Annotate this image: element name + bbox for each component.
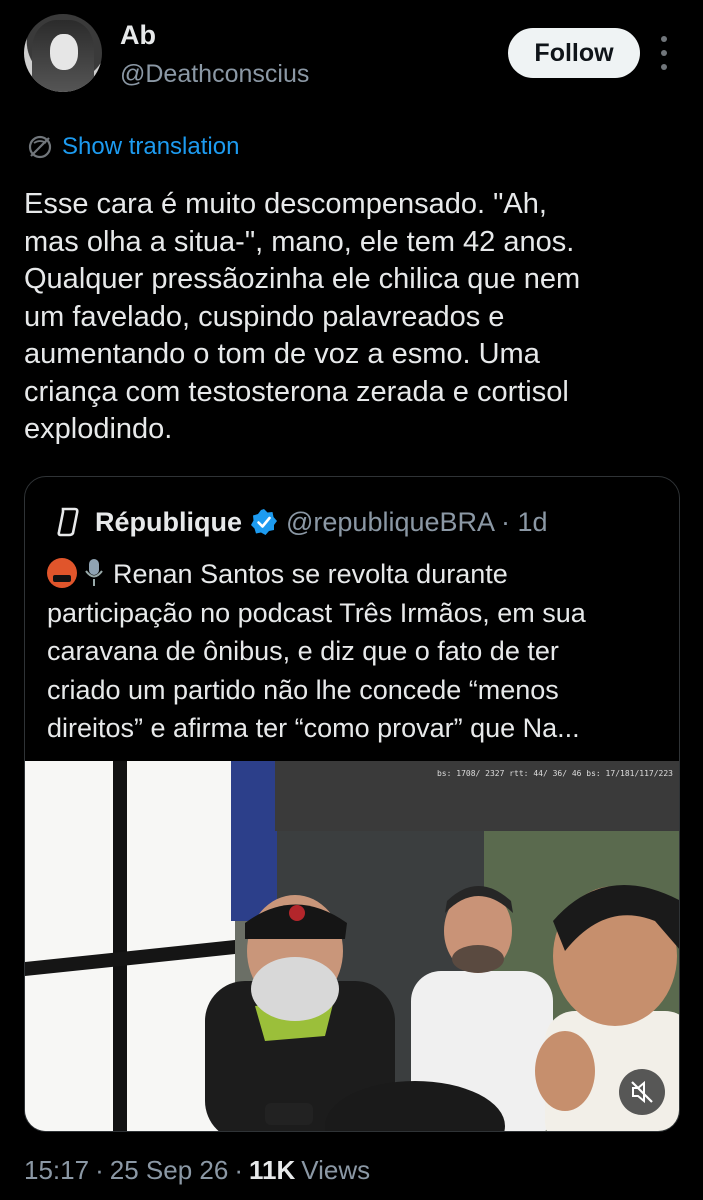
microphone-icon <box>85 559 103 586</box>
tweet-line: Qualquer pressãozinha ele chilica que ne… <box>24 263 581 295</box>
tweet-line: um favelado, cuspindo palavreados e <box>24 300 505 333</box>
quoted-line: participação no podcast Três Irmãos, em … <box>47 597 586 628</box>
quoted-tweet-age: · 1d <box>501 506 548 537</box>
tweet-text: Esse cara é muito descompensado. "Ah, ma… <box>24 186 684 449</box>
tweet-line: Esse cara é muito descompensado. "Ah, <box>24 188 547 220</box>
show-translation-label: Show translation <box>62 133 240 160</box>
quoted-line: caravana de ônibus, e diz que o fato de … <box>47 636 559 666</box>
tweet-meta: 15:17 · 25 Sep 26 · 11K Views <box>24 1152 370 1188</box>
quoted-tweet-card[interactable]: République @republiqueBRA · 1d Renan San… <box>24 476 680 1132</box>
tweet-line: aumentando o tom de voz a esmo. Uma <box>24 338 540 370</box>
stream-overlay-text: bs: 1708/ 2327 rtt: 44/ 36/ 46 bs: 17/18… <box>436 769 673 778</box>
verified-badge-icon <box>251 509 277 535</box>
quoted-line: direitos” e afirma ter “como provar” que… <box>47 713 580 743</box>
tweet-date[interactable]: 25 Sep 26 <box>110 1155 229 1186</box>
cursing-face-icon <box>47 558 77 588</box>
quoted-author-name[interactable]: République <box>95 507 242 538</box>
author-handle[interactable]: @Deathconscius <box>120 60 309 89</box>
author-avatar[interactable] <box>24 14 102 92</box>
quoted-author-handle[interactable]: @republiqueBRA <box>286 507 495 538</box>
more-options-icon[interactable] <box>654 36 674 70</box>
quoted-tweet-header: République @republiqueBRA · 1d <box>55 505 548 539</box>
quoted-line: criado um partido não lhe concede “menos <box>47 674 559 705</box>
tweet-line: explodindo. <box>24 413 173 445</box>
views-label: Views <box>301 1154 371 1185</box>
show-translation-link[interactable]: Show translation <box>26 132 239 162</box>
window-frame <box>113 761 127 1131</box>
follow-button[interactable]: Follow <box>508 28 640 78</box>
avatar-face <box>50 34 78 70</box>
quoted-video[interactable]: bs: 1708/ 2327 rtt: 44/ 36/ 46 bs: 17/18… <box>25 761 679 1131</box>
mute-icon[interactable] <box>619 1069 665 1115</box>
meta-separator: · <box>234 1154 243 1185</box>
tweet-line: criança com testosterona zerada e cortis… <box>24 375 569 408</box>
author-display-name[interactable]: Ab <box>120 20 156 51</box>
speaker-muted-icon <box>631 1080 653 1104</box>
views-count: 11K <box>248 1154 296 1185</box>
tweet-header: Ab @Deathconscius Follow <box>0 0 703 110</box>
quoted-tweet-text: Renan Santos se revolta durante particip… <box>47 555 667 748</box>
quoted-line: Renan Santos se revolta durante <box>47 555 667 594</box>
tweet-time[interactable]: 15:17 <box>24 1155 89 1186</box>
tweet-line: mas olha a situa-", mano, ele tem 42 ano… <box>24 225 575 258</box>
meta-separator: · <box>95 1154 104 1185</box>
translate-icon <box>28 135 52 159</box>
republique-logo-icon <box>57 507 79 537</box>
